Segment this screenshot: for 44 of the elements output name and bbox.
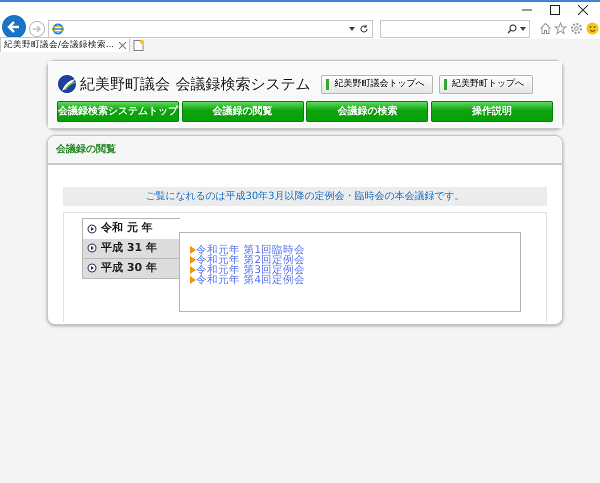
new-tab-icon[interactable] — [132, 39, 145, 52]
site-link-button[interactable]: 紀美野町議会トップへ — [321, 74, 434, 94]
forward-arrow-icon — [32, 24, 42, 34]
leaf-logo-icon — [57, 74, 77, 94]
triangle-bullet-icon — [190, 246, 196, 254]
meeting-link[interactable]: 令和元年 第4回定例会 — [190, 274, 520, 284]
home-icon[interactable] — [538, 22, 552, 35]
back-arrow-icon — [7, 20, 21, 34]
section-title: 会議録の閲覧 — [48, 136, 562, 164]
minimize-icon[interactable] — [522, 9, 532, 11]
notice-text: ご覧になれるのは平成30年3月以降の定例会・臨時会の本会議録です。 — [63, 186, 547, 206]
triangle-bullet-icon — [190, 266, 196, 274]
year-tab[interactable]: 平成 30 年 — [82, 258, 180, 278]
play-circle-icon — [87, 224, 97, 234]
browser-tab[interactable]: 紀美野町議会/会議録検索... — [0, 37, 130, 52]
site-title: 紀美野町議会 — [80, 74, 170, 95]
play-circle-icon — [87, 243, 97, 253]
smiley-icon[interactable] — [586, 22, 599, 35]
meeting-link[interactable]: 令和元年 第3回定例会 — [190, 264, 520, 274]
address-field[interactable] — [48, 20, 373, 38]
year-tab[interactable]: 平成 31 年 — [82, 238, 180, 258]
maximize-icon[interactable] — [550, 5, 560, 15]
system-title: 会議録検索システム — [175, 74, 310, 95]
search-icon[interactable] — [507, 24, 517, 34]
back-button[interactable] — [2, 14, 26, 38]
triangle-bullet-icon — [190, 276, 196, 284]
nav-button[interactable]: 会議録の検索 — [306, 101, 428, 122]
nav-button[interactable]: 会議録の閲覧 — [182, 101, 304, 122]
close-icon[interactable] — [578, 5, 588, 15]
star-icon[interactable] — [554, 22, 568, 35]
nav-button[interactable]: 会議録検索システムトップ — [57, 101, 179, 122]
site-link-button[interactable]: 紀美野町トップへ — [438, 74, 533, 94]
browser-logo-icon — [52, 22, 64, 34]
nav-button[interactable]: 操作説明 — [431, 101, 554, 122]
tab-title: 紀美野町議会/会議録検索... — [4, 38, 114, 52]
close-tab-icon[interactable] — [119, 42, 126, 48]
dropdown-icon[interactable] — [349, 26, 355, 30]
meeting-link[interactable]: 令和元年 第1回臨時会 — [190, 244, 520, 254]
search-field[interactable] — [380, 20, 530, 38]
meeting-link[interactable]: 令和元年 第2回定例会 — [190, 254, 520, 264]
triangle-bullet-icon — [190, 256, 196, 264]
dropdown-icon[interactable] — [520, 26, 526, 30]
refresh-icon[interactable] — [359, 24, 369, 34]
play-circle-icon — [87, 263, 97, 273]
